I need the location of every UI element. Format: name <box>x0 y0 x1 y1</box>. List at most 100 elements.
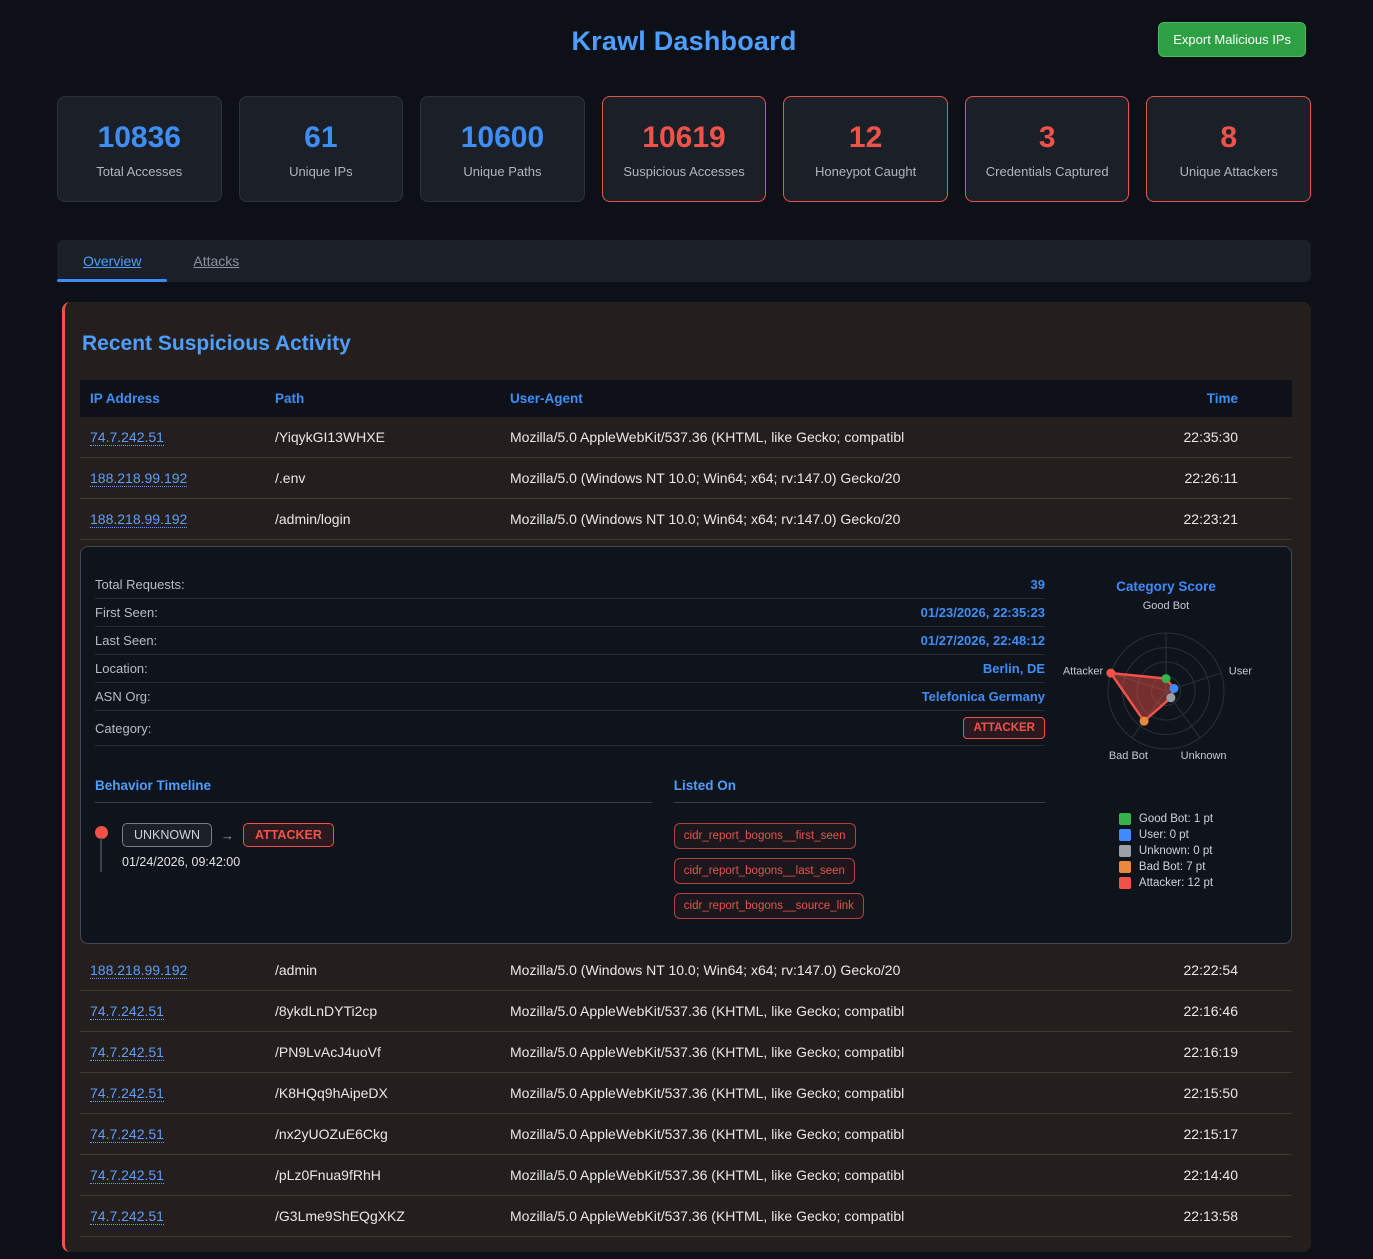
row-time: 22:13:58 <box>1092 1208 1292 1224</box>
stat-label: Suspicious Accesses <box>609 164 760 179</box>
stat-card: 12 Honeypot Caught <box>783 96 948 202</box>
stat-value: 3 <box>972 121 1123 155</box>
stat-value: 10619 <box>609 121 760 155</box>
detail-sections: Behavior Timeline UNKNOWN → ATTACKER 01/… <box>95 778 1045 919</box>
row-path: /admin/login <box>275 511 510 527</box>
row-user-agent: Mozilla/5.0 (Windows NT 10.0; Win64; x64… <box>510 511 1092 527</box>
info-value: Berlin, DE <box>983 661 1045 676</box>
ip-link[interactable]: 74.7.242.51 <box>90 1003 164 1020</box>
stat-value: 12 <box>790 121 941 155</box>
info-label: Category: <box>95 721 151 736</box>
col-header-time: Time <box>1092 391 1292 406</box>
row-time: 22:22:54 <box>1092 962 1292 978</box>
radar-chart: Good BotUserUnknownBad BotAttacker <box>1055 594 1277 787</box>
category-badge: ATTACKER <box>963 717 1045 739</box>
tab-attacks[interactable]: Attacks <box>167 240 265 282</box>
stat-card: 10619 Suspicious Accesses <box>602 96 767 202</box>
stat-label: Unique Paths <box>427 164 578 179</box>
table-row[interactable]: 74.7.242.51 /8ykdLnDYTi2cp Mozilla/5.0 A… <box>80 991 1292 1032</box>
arrow-right-icon: → <box>221 828 234 843</box>
stat-card: 61 Unique IPs <box>239 96 404 202</box>
timeline-item: UNKNOWN → ATTACKER 01/24/2026, 09:42:00 <box>95 823 652 869</box>
legend-label: User: 0 pt <box>1139 829 1189 841</box>
table-row[interactable]: 74.7.242.51 /YiqykGI13WHXE Mozilla/5.0 A… <box>80 417 1292 458</box>
dashboard-page: Krawl Dashboard Export Malicious IPs 108… <box>0 0 1373 1252</box>
row-path: /8ykdLnDYTi2cp <box>275 1003 510 1019</box>
radar-axis-label: Good Bot <box>1143 600 1189 612</box>
legend-swatch <box>1119 877 1131 889</box>
stat-label: Total Accesses <box>64 164 215 179</box>
radar-axis-label: Unknown <box>1181 750 1227 762</box>
ip-link[interactable]: 74.7.242.51 <box>90 1044 164 1061</box>
row-user-agent: Mozilla/5.0 AppleWebKit/537.36 (KHTML, l… <box>510 1003 1092 1019</box>
category-to-badge: ATTACKER <box>243 823 334 847</box>
stats-row: 10836 Total Accesses 61 Unique IPs 10600… <box>57 96 1311 202</box>
ip-link[interactable]: 188.218.99.192 <box>90 470 187 487</box>
ip-link[interactable]: 74.7.242.51 <box>90 1085 164 1102</box>
row-user-agent: Mozilla/5.0 AppleWebKit/537.36 (KHTML, l… <box>510 429 1092 445</box>
category-from-badge: UNKNOWN <box>122 823 212 847</box>
table-row[interactable]: 188.218.99.192 /admin/login Mozilla/5.0 … <box>80 499 1292 540</box>
info-row: Last Seen: 01/27/2026, 22:48:12 <box>95 627 1045 655</box>
page-title: Krawl Dashboard <box>57 0 1311 57</box>
stat-value: 10836 <box>64 121 215 155</box>
stat-card: 10600 Unique Paths <box>420 96 585 202</box>
legend-item: Unknown: 0 pt <box>1119 845 1213 857</box>
export-malicious-ips-button[interactable]: Export Malicious IPs <box>1158 22 1306 57</box>
row-path: /nx2yUOZuE6Ckg <box>275 1126 510 1142</box>
table-row[interactable]: 74.7.242.51 /PN9LvAcJ4uoVf Mozilla/5.0 A… <box>80 1032 1292 1073</box>
table-row[interactable]: 74.7.242.51 /pLz0Fnua9fRhH Mozilla/5.0 A… <box>80 1155 1292 1196</box>
table-row[interactable]: 74.7.242.51 /G3Lme9ShEQgXKZ Mozilla/5.0 … <box>80 1196 1292 1237</box>
blocklist-badge[interactable]: cidr_report_bogons__first_seen <box>674 823 856 849</box>
info-row: Total Requests: 39 <box>95 571 1045 599</box>
header: Krawl Dashboard Export Malicious IPs <box>57 0 1311 76</box>
ip-link[interactable]: 188.218.99.192 <box>90 962 187 979</box>
timeline-transition: UNKNOWN → ATTACKER <box>122 823 652 847</box>
row-time: 22:23:21 <box>1092 511 1292 527</box>
table-row[interactable]: 188.218.99.192 /.env Mozilla/5.0 (Window… <box>80 458 1292 499</box>
stat-label: Credentials Captured <box>972 164 1123 179</box>
timeline-line <box>100 838 102 872</box>
radar-axis-label: Bad Bot <box>1109 750 1148 762</box>
legend-swatch <box>1119 813 1131 825</box>
blocklist-badge[interactable]: cidr_report_bogons__last_seen <box>674 858 855 884</box>
row-time: 22:14:40 <box>1092 1167 1292 1183</box>
ip-link[interactable]: 188.218.99.192 <box>90 511 187 528</box>
listed-on-section: Listed On cidr_report_bogons__first_seen… <box>674 778 1045 919</box>
row-user-agent: Mozilla/5.0 AppleWebKit/537.36 (KHTML, l… <box>510 1085 1092 1101</box>
row-user-agent: Mozilla/5.0 (Windows NT 10.0; Win64; x64… <box>510 962 1092 978</box>
panel-title: Recent Suspicious Activity <box>82 332 1292 356</box>
ip-link[interactable]: 74.7.242.51 <box>90 1208 164 1225</box>
info-label: Location: <box>95 661 148 676</box>
info-label: Last Seen: <box>95 633 157 648</box>
row-time: 22:16:19 <box>1092 1044 1292 1060</box>
blocklist-badge[interactable]: cidr_report_bogons__source_link <box>674 893 864 919</box>
ip-detail-info: Total Requests: 39 First Seen: 01/23/202… <box>95 563 1045 919</box>
table-row[interactable]: 74.7.242.51 /nx2yUOZuE6Ckg Mozilla/5.0 A… <box>80 1114 1292 1155</box>
legend-label: Bad Bot: 7 pt <box>1139 861 1206 873</box>
row-path: /.env <box>275 470 510 486</box>
info-label: First Seen: <box>95 605 158 620</box>
table-header: IP Address Path User-Agent Time <box>80 380 1292 417</box>
col-header-path: Path <box>275 391 510 406</box>
category-score-chart: Category Score Good BotUserUnknownBad Bo… <box>1055 563 1277 919</box>
table-row[interactable]: 188.218.99.192 /admin Mozilla/5.0 (Windo… <box>80 950 1292 991</box>
legend-label: Good Bot: 1 pt <box>1139 813 1213 825</box>
ip-link[interactable]: 74.7.242.51 <box>90 429 164 446</box>
stat-value: 8 <box>1153 121 1304 155</box>
col-header-ip: IP Address <box>80 391 275 406</box>
ip-link[interactable]: 74.7.242.51 <box>90 1167 164 1184</box>
table-row[interactable]: 74.7.242.51 /K8HQq9hAipeDX Mozilla/5.0 A… <box>80 1073 1292 1114</box>
tab-bar: Overview Attacks <box>57 240 1311 282</box>
legend-label: Attacker: 12 pt <box>1139 877 1213 889</box>
row-time: 22:15:17 <box>1092 1126 1292 1142</box>
row-user-agent: Mozilla/5.0 AppleWebKit/537.36 (KHTML, l… <box>510 1208 1092 1224</box>
info-value: Telefonica Germany <box>922 689 1045 704</box>
tab-overview[interactable]: Overview <box>57 240 167 282</box>
ip-link[interactable]: 74.7.242.51 <box>90 1126 164 1143</box>
table-rows-before-detail: 74.7.242.51 /YiqykGI13WHXE Mozilla/5.0 A… <box>80 417 1292 540</box>
row-path: /K8HQq9hAipeDX <box>275 1085 510 1101</box>
legend-item: User: 0 pt <box>1119 829 1213 841</box>
row-path: /admin <box>275 962 510 978</box>
listed-on-title: Listed On <box>674 778 1045 803</box>
